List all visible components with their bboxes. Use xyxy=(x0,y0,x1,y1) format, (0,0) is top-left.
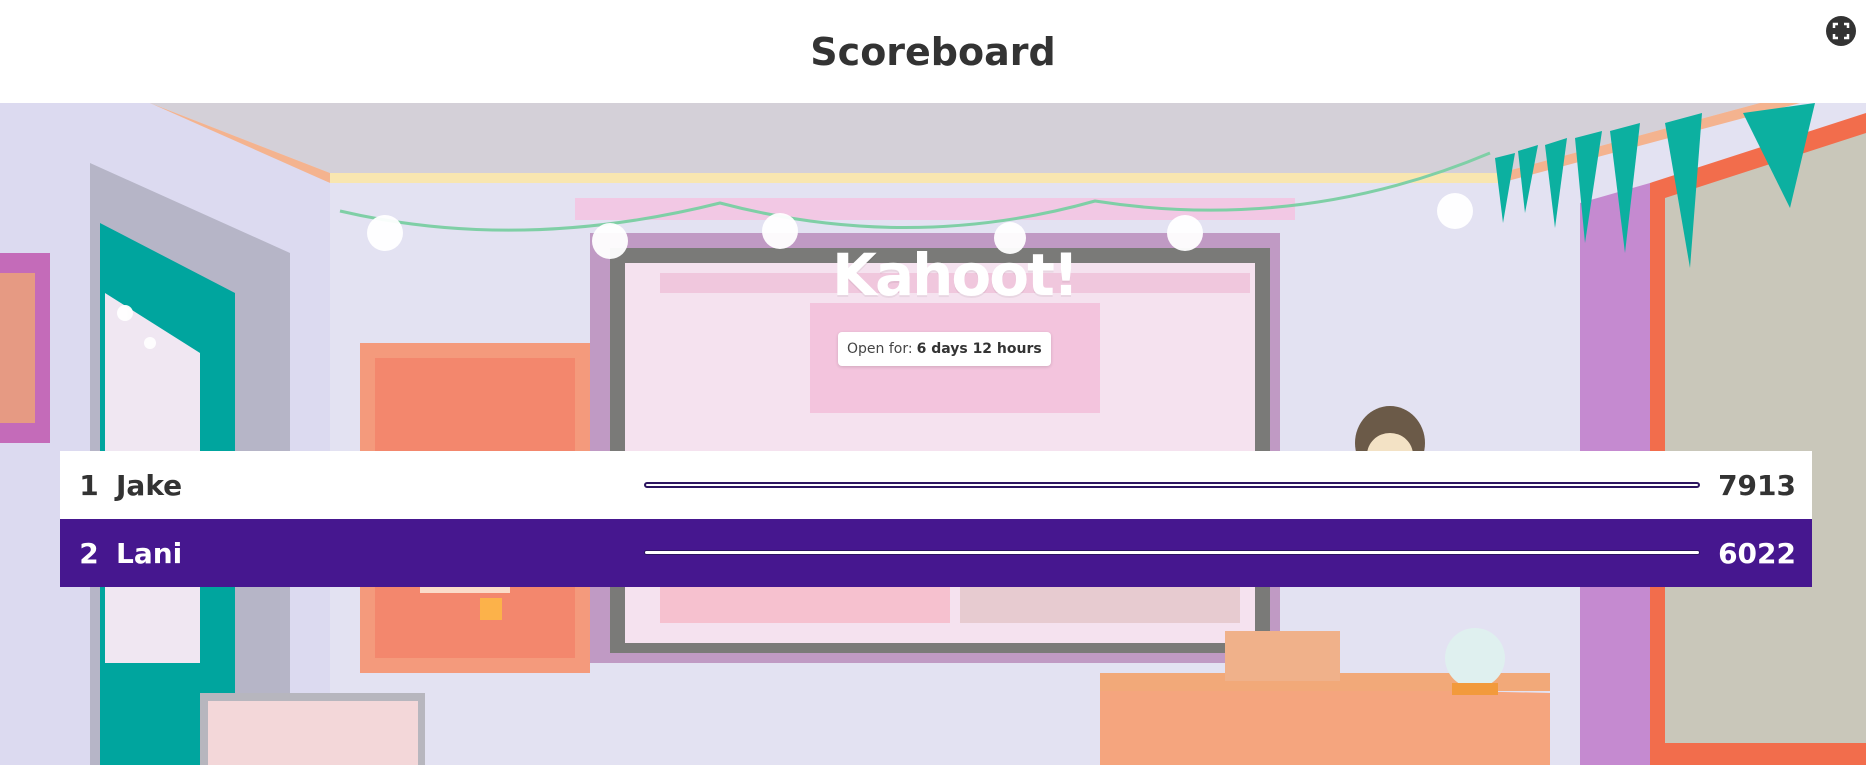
kahoot-logo: Kahoot! xyxy=(832,241,1079,309)
rank-number: 2 xyxy=(79,536,99,570)
player-name: Lani xyxy=(116,536,183,570)
player-score: 6022 xyxy=(1718,536,1796,570)
player-score: 7913 xyxy=(1718,468,1796,502)
page-header: Scoreboard xyxy=(0,0,1866,103)
score-bar xyxy=(644,482,1700,488)
open-for-value: 6 days 12 hours xyxy=(916,341,1042,357)
scoreboard-row: 1 Jake 7913 xyxy=(60,451,1812,519)
page-title: Scoreboard xyxy=(810,29,1056,74)
fullscreen-button[interactable] xyxy=(1826,16,1856,46)
scoreboard-row: 2 Lani 6022 xyxy=(60,519,1812,587)
open-for-label: Open for: xyxy=(847,341,913,357)
score-bar xyxy=(644,550,1700,555)
open-for-badge: Open for: 6 days 12 hours xyxy=(838,332,1051,366)
player-name: Jake xyxy=(116,468,183,502)
classroom-background: Kahoot! Open for: 6 days 12 hours xyxy=(0,103,1866,765)
rank-number: 1 xyxy=(79,468,99,502)
fullscreen-icon xyxy=(1832,22,1850,40)
